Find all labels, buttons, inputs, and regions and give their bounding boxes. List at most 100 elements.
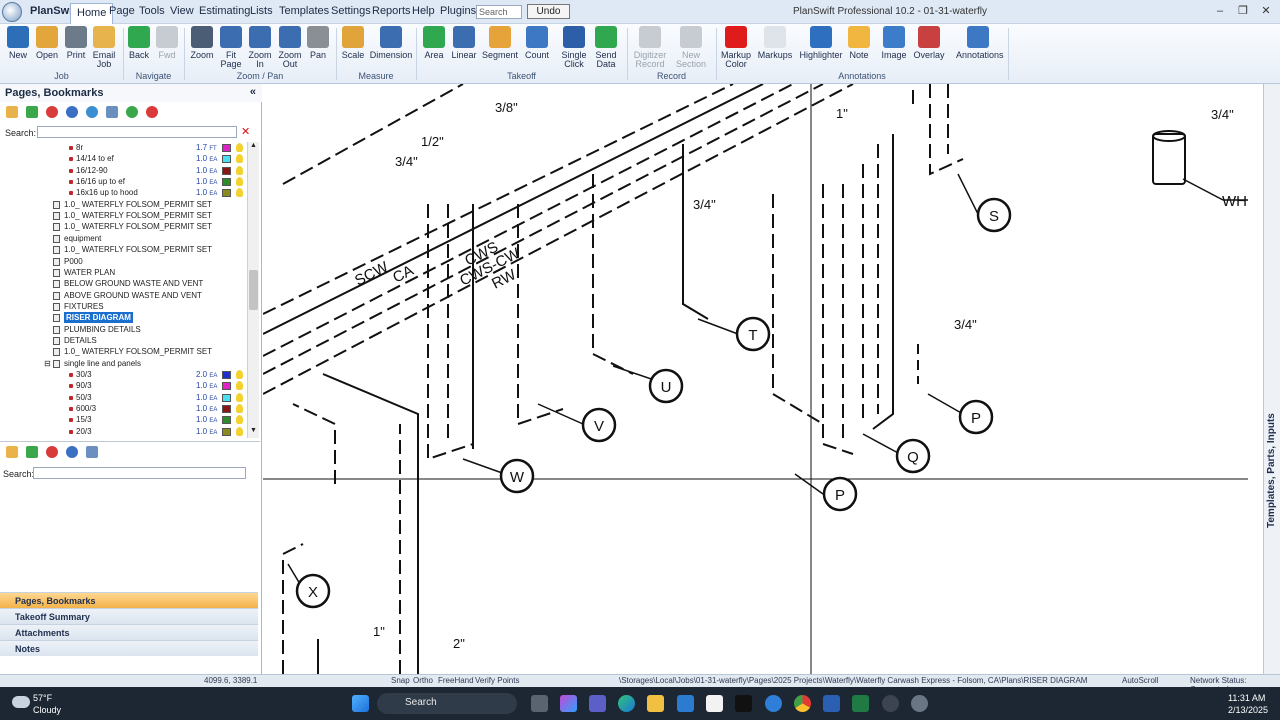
new-section-button[interactable]: New Section <box>669 26 713 69</box>
autoscroll-toggle[interactable]: AutoScroll <box>1122 676 1158 685</box>
markups-button[interactable]: Markups <box>753 26 797 60</box>
folder-icon[interactable] <box>6 106 18 118</box>
visibility-bulb-icon[interactable] <box>236 177 243 187</box>
amazon-icon[interactable] <box>706 695 723 712</box>
page-item[interactable]: 1.0_ WATERFLY FOLSOM_PERMIT SET <box>0 244 246 255</box>
drawing-canvas[interactable]: S T U V W P Q P X SCW CA CWS CWS-CW RW 3… <box>263 84 1263 674</box>
excel-icon[interactable] <box>852 695 869 712</box>
color-swatch[interactable] <box>222 405 231 414</box>
visibility-bulb-icon[interactable] <box>236 392 243 402</box>
page-item[interactable]: DETAILS <box>0 335 246 346</box>
lower-search-input[interactable] <box>33 467 246 479</box>
delete-icon[interactable] <box>46 106 59 118</box>
scroll-up-icon[interactable]: ▲ <box>248 142 259 152</box>
word-icon[interactable] <box>823 695 840 712</box>
tree-scrollbar-thumb[interactable] <box>249 270 258 310</box>
page-item[interactable]: FIXTURES <box>0 301 246 312</box>
color-swatch[interactable] <box>222 427 231 436</box>
page-item[interactable]: equipment <box>0 233 246 244</box>
takeoff-item[interactable]: 8r 1.7 FT <box>0 142 246 153</box>
riser-diagram[interactable]: S T U V W P Q P X SCW CA CWS CWS-CW RW 3… <box>263 84 1263 674</box>
copilot-icon[interactable] <box>560 695 577 712</box>
accordion-pages-bookmarks[interactable]: Pages, Bookmarks <box>0 592 258 608</box>
accordion-notes[interactable]: Notes <box>0 640 258 656</box>
color-swatch[interactable] <box>222 178 231 187</box>
delete-icon[interactable] <box>46 446 59 458</box>
verify-points-toggle[interactable]: Verify Points <box>475 676 519 685</box>
accordion-attachments[interactable]: Attachments <box>0 624 258 640</box>
edge-icon[interactable] <box>618 695 635 712</box>
maximize-icon[interactable]: ❐ <box>1233 3 1253 19</box>
windows-start-icon[interactable] <box>352 695 369 712</box>
snap-toggle[interactable]: Snap <box>391 676 410 685</box>
takeoff-item[interactable]: 16/16 up to ef 1.0 EA <box>0 176 246 187</box>
color-swatch[interactable] <box>222 144 231 152</box>
sort-icon[interactable] <box>86 446 99 458</box>
page-item[interactable]: 1.0_ WATERFLY FOLSOM_PERMIT SET <box>0 346 246 357</box>
add-icon[interactable] <box>26 446 39 458</box>
task-view-icon[interactable] <box>531 695 548 712</box>
tree-scrollbar[interactable]: ▲ ▼ <box>247 142 259 438</box>
file-explorer-icon[interactable] <box>647 695 664 712</box>
scroll-down-icon[interactable]: ▼ <box>248 427 259 437</box>
visibility-bulb-icon[interactable] <box>236 381 243 391</box>
send-data-button[interactable]: Send Data <box>584 26 628 69</box>
app-icon[interactable] <box>882 695 899 712</box>
app-logo-icon[interactable] <box>2 2 22 22</box>
refresh-icon[interactable] <box>86 106 99 118</box>
visibility-bulb-icon[interactable] <box>236 370 243 379</box>
sort-icon[interactable] <box>106 106 119 118</box>
ortho-toggle[interactable]: Ortho <box>413 676 433 685</box>
teams-icon[interactable] <box>589 695 606 712</box>
app-icon[interactable] <box>765 695 782 712</box>
settings-gear-icon[interactable] <box>66 106 79 118</box>
page-item[interactable]: P000 <box>0 256 246 267</box>
page-folder[interactable]: ⊟ single line and panels <box>0 358 246 369</box>
search-input[interactable]: Search <box>476 5 522 19</box>
color-swatch[interactable] <box>222 371 231 379</box>
visibility-bulb-icon[interactable] <box>236 404 243 414</box>
minimize-icon[interactable]: – <box>1210 3 1230 19</box>
visibility-bulb-icon[interactable] <box>236 165 243 175</box>
folder-icon[interactable] <box>6 446 18 458</box>
settings-gear-icon[interactable] <box>66 446 79 458</box>
page-item[interactable]: WATER PLAN <box>0 267 246 278</box>
page-item[interactable]: RISER DIAGRAM <box>0 312 246 324</box>
chrome-icon[interactable] <box>794 695 811 712</box>
page-item[interactable]: 1.0_ WATERFLY FOLSOM_PERMIT SET <box>0 199 246 210</box>
markup-color-button[interactable]: Markup Color <box>714 26 758 69</box>
planswift-taskbar-icon[interactable] <box>911 695 928 712</box>
takeoff-item[interactable]: 30/3 2.0 EA <box>0 369 246 380</box>
color-swatch[interactable] <box>222 382 231 391</box>
takeoff-item[interactable]: 50/3 1.0 EA <box>0 392 246 403</box>
visibility-bulb-icon[interactable] <box>236 188 243 198</box>
freehand-toggle[interactable]: FreeHand <box>438 676 474 685</box>
dimension-button[interactable]: Dimension <box>369 26 413 60</box>
close-icon[interactable]: ✕ <box>1256 3 1276 19</box>
page-item[interactable]: BELOW GROUND WASTE AND VENT <box>0 278 246 289</box>
color-swatch[interactable] <box>222 393 231 402</box>
page-item[interactable]: ABOVE GROUND WASTE AND VENT <box>0 290 246 301</box>
takeoff-item[interactable]: 16x16 up to hood 1.0 EA <box>0 187 246 198</box>
visibility-bulb-icon[interactable] <box>236 426 243 436</box>
takeoff-item[interactable]: 16/12-90 1.0 EA <box>0 165 246 176</box>
color-swatch[interactable] <box>222 155 231 164</box>
page-item[interactable]: 1.0_ WATERFLY FOLSOM_PERMIT SET <box>0 221 246 232</box>
takeoff-item[interactable]: 90/3 1.0 EA <box>0 380 246 391</box>
takeoff-item[interactable]: 15/3 1.0 EA <box>0 414 246 425</box>
annotations-button[interactable]: Annotations <box>956 26 1004 60</box>
collapse-icon[interactable] <box>146 106 159 118</box>
templates-parts-inputs-sidebar[interactable]: Templates, Parts, Inputs <box>1263 84 1280 674</box>
accordion-takeoff-summary[interactable]: Takeoff Summary <box>0 608 258 624</box>
takeoff-item[interactable]: 14/14 to ef 1.0 EA <box>0 153 246 164</box>
taskbar-search[interactable]: Search <box>377 693 517 714</box>
takeoff-item[interactable]: 20/3 1.0 EA <box>0 426 246 437</box>
store-icon[interactable] <box>677 695 694 712</box>
expand-icon[interactable] <box>126 106 139 118</box>
visibility-bulb-icon[interactable] <box>236 415 243 425</box>
color-swatch[interactable] <box>222 416 231 425</box>
digitizer-record-button[interactable]: Digitizer Record <box>628 26 672 69</box>
add-icon[interactable] <box>26 106 39 118</box>
page-item[interactable]: PLUMBING DETAILS <box>0 324 246 335</box>
takeoff-item[interactable]: 600/3 1.0 EA <box>0 403 246 414</box>
